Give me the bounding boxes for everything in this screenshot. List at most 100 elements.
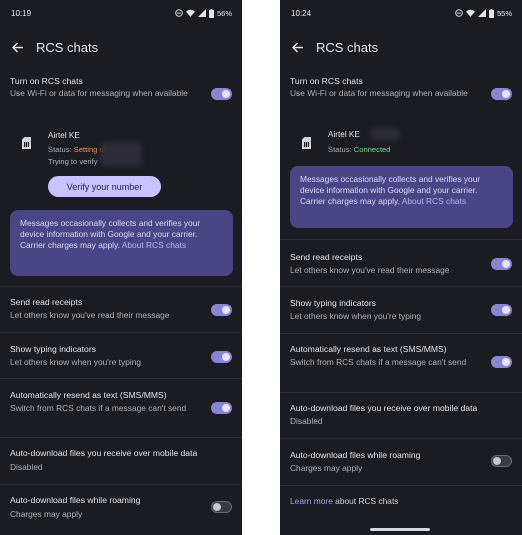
phone-screen-left: 10:19 56% RCS chats Turn on RCS chats Us… [0, 0, 242, 535]
divider [280, 392, 522, 393]
row-title: Auto-download files you receive over mob… [290, 403, 478, 413]
divider [0, 286, 242, 287]
info-card: Messages occasionally collects and verif… [10, 210, 233, 276]
wifi-icon [185, 9, 195, 17]
read-receipts-switch[interactable] [211, 304, 232, 316]
row-title: Automatically resend as text (SMS/MMS) [10, 390, 167, 400]
typing-indicators-switch[interactable] [491, 304, 512, 316]
roaming-download-switch[interactable] [491, 455, 512, 467]
row-title: Auto-download files while roaming [10, 495, 141, 505]
page-title: RCS chats [36, 40, 99, 55]
setting-row[interactable]: Show typing indicators Let others know w… [0, 342, 242, 376]
do-not-disturb-icon [455, 9, 463, 17]
setting-row[interactable]: Auto-download files while roaming Charge… [280, 448, 522, 482]
row-title: Auto-download files you receive over mob… [10, 448, 198, 458]
row-subtitle: Let others know when you're typing [290, 311, 422, 321]
resend-sms-switch[interactable] [211, 402, 232, 414]
sim-status: Status: Connected [328, 145, 391, 154]
sim-status: Status: Setting up [48, 145, 108, 154]
sim-status-value: Connected [353, 145, 391, 154]
row-subtitle: Let others know you've read their messag… [10, 310, 170, 320]
divider [0, 332, 242, 333]
setting-row[interactable]: Send read receipts Let others know you'v… [0, 295, 242, 329]
rcs-toggle-row[interactable]: Turn on RCS chats Use Wi-Fi or data for … [280, 74, 522, 116]
row-subtitle: Let others know you've read their messag… [290, 265, 450, 275]
row-title: Show typing indicators [10, 344, 96, 354]
wifi-icon [465, 9, 475, 17]
battery-percent: 55% [496, 8, 512, 18]
phone-screen-right: 10:24 55% RCS chats Turn on RCS chats Us… [280, 0, 522, 535]
setting-row[interactable]: Auto-download files you receive over mob… [0, 446, 242, 480]
row-title: Automatically resend as text (SMS/MMS) [290, 344, 447, 354]
rcs-switch[interactable] [491, 88, 512, 100]
divider [280, 438, 522, 439]
row-title: Send read receipts [10, 297, 83, 307]
learn-more-text: about RCS chats [332, 496, 399, 506]
sim-status-detail: Trying to verify [48, 157, 98, 166]
setting-row[interactable]: Show typing indicators Let others know w… [280, 296, 522, 330]
sim-carrier-name: Airtel KE [48, 131, 80, 140]
do-not-disturb-icon [175, 9, 183, 17]
sim-carrier-name: Airtel KE [328, 130, 360, 139]
row-subtitle: Use Wi-Fi or data for messaging when ava… [290, 88, 468, 98]
redacted-number [370, 128, 400, 140]
divider [280, 485, 522, 486]
cell-signal-icon [197, 9, 206, 17]
row-subtitle: Charges may apply [290, 463, 363, 473]
about-rcs-link[interactable]: About RCS chats [402, 196, 466, 206]
status-icons: 55% [455, 8, 512, 18]
battery-icon [488, 8, 494, 18]
divider [280, 286, 522, 287]
page-title: RCS chats [316, 40, 379, 55]
row-subtitle: Disabled [10, 462, 43, 472]
verify-number-button[interactable]: Verify your number [48, 176, 161, 197]
row-title: Auto-download files while roaming [290, 450, 421, 460]
status-time: 10:19 [11, 9, 32, 18]
rcs-toggle-row[interactable]: Turn on RCS chats Use Wi-Fi or data for … [0, 74, 242, 116]
read-receipts-switch[interactable] [491, 258, 512, 270]
back-button[interactable] [288, 38, 308, 56]
cell-signal-icon [477, 9, 486, 17]
status-bar: 10:19 56% [0, 0, 242, 28]
redacted-number [100, 142, 142, 166]
row-title: Turn on RCS chats [290, 76, 363, 86]
app-bar: RCS chats [0, 32, 242, 62]
learn-more-link[interactable]: Learn more [290, 496, 333, 506]
row-subtitle: Use Wi-Fi or data for messaging when ava… [10, 88, 188, 98]
info-card: Messages occasionally collects and verif… [290, 166, 513, 228]
divider [0, 437, 242, 438]
status-time: 10:24 [291, 9, 312, 18]
rcs-switch[interactable] [211, 88, 232, 100]
sim-card-icon [22, 137, 31, 149]
row-subtitle: Let others know when you're typing [10, 357, 142, 367]
status-bar: 10:24 55% [280, 0, 522, 28]
setting-row[interactable]: Automatically resend as text (SMS/MMS) S… [280, 342, 522, 386]
about-rcs-link[interactable]: About RCS chats [122, 240, 186, 250]
row-subtitle: Switch from RCS chats if a message can't… [10, 403, 187, 413]
battery-percent: 56% [216, 8, 232, 18]
setting-row[interactable]: Auto-download files while roaming Charge… [0, 493, 242, 527]
row-subtitle: Disabled [290, 416, 323, 426]
setting-row[interactable]: Auto-download files you receive over mob… [280, 401, 522, 435]
learn-more-row: Learn more about RCS chats [290, 496, 398, 506]
row-subtitle: Charges may apply [10, 509, 83, 519]
row-title: Turn on RCS chats [10, 76, 83, 86]
sim-card-icon [302, 137, 311, 149]
status-icons: 56% [175, 8, 232, 18]
battery-icon [208, 8, 214, 18]
back-button[interactable] [8, 38, 28, 56]
row-title: Send read receipts [290, 252, 363, 262]
divider [0, 484, 242, 485]
roaming-download-switch[interactable] [211, 501, 232, 513]
gesture-nav-bar [370, 528, 430, 531]
setting-row[interactable]: Send read receipts Let others know you'v… [280, 250, 522, 284]
divider [280, 333, 522, 334]
arrow-left-icon [12, 42, 23, 52]
setting-row[interactable]: Automatically resend as text (SMS/MMS) S… [0, 388, 242, 432]
row-subtitle: Switch from RCS chats if a message can't… [290, 357, 467, 367]
resend-sms-switch[interactable] [491, 356, 512, 368]
row-title: Show typing indicators [290, 298, 376, 308]
app-bar: RCS chats [280, 32, 522, 62]
divider [0, 378, 242, 379]
typing-indicators-switch[interactable] [211, 351, 232, 363]
